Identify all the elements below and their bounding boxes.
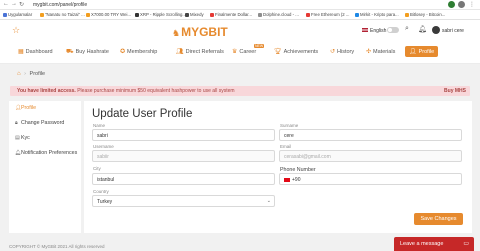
nav-item-dashboard[interactable]: ▦ Dashboard: [18, 48, 53, 55]
bookmarks-bar: Uygulamalar "Nanatu no Taizai" ... X7000…: [0, 10, 480, 20]
history-icon: ↺: [330, 49, 336, 55]
city-label: City: [93, 166, 101, 171]
nav-item-history[interactable]: ↺ History: [330, 48, 354, 55]
home-icon[interactable]: ⌂: [17, 71, 21, 77]
sidebar-item-kyc[interactable]: ▤Kyc: [15, 135, 30, 141]
user-icon: 👤︎: [409, 49, 417, 55]
bookmark[interactable]: XRP - Ripple Scrolling...: [135, 12, 186, 17]
url-text[interactable]: mygbit.com/panel/profile: [33, 2, 87, 8]
surname-label: Surname: [280, 123, 299, 128]
search-icon[interactable]: ⌕: [405, 25, 409, 33]
sidebar-item-profile[interactable]: 👤︎Profile: [15, 105, 36, 111]
career-icon: ♛: [232, 49, 238, 55]
email-field[interactable]: cerasabi@gmail.com: [279, 150, 462, 162]
sidebar-item-notification-preferences[interactable]: 🔔︎Notification Preferences: [15, 150, 77, 156]
bookmark[interactable]: Mixedy: [185, 12, 204, 17]
bookmark[interactable]: "Nanatu no Taizai" ...: [40, 12, 85, 17]
surname-field[interactable]: cere: [279, 129, 462, 141]
chat-label: Leave a message: [400, 241, 444, 247]
buy-mhs-link[interactable]: Buy MHS: [444, 88, 466, 94]
logo[interactable]: ♞MYGBIT: [172, 25, 228, 39]
bookmark[interactable]: X7000.00 TRY Wei...: [86, 12, 131, 17]
nav-item-membership[interactable]: ✪ Membership: [120, 48, 157, 55]
avatar[interactable]: [432, 26, 440, 34]
country-label: Country: [93, 189, 109, 194]
profile-icon[interactable]: [458, 1, 465, 8]
limited-access-alert: You have limited access. Please purchase…: [10, 86, 470, 96]
username-field[interactable]: sabiir: [92, 150, 275, 162]
grid-icon: ▦: [18, 49, 24, 55]
bell-icon[interactable]: 🔔︎: [418, 25, 427, 33]
save-changes-button[interactable]: Save Changes: [414, 213, 463, 225]
trophy-icon: 🏆︎: [274, 49, 282, 55]
country-select[interactable]: Turkey ⌄: [92, 195, 275, 207]
phone-field[interactable]: +90: [279, 173, 462, 185]
bookmark[interactable]: Bitlosey - Bitcoin...: [405, 12, 445, 17]
address-bar: ← → ↻ mygbit.com/panel/profile ⋮: [0, 0, 480, 10]
breadcrumb: ⌂ › Profile: [17, 71, 46, 77]
bookmark[interactable]: Dolphine.cloud - ...: [258, 12, 299, 17]
language-selector[interactable]: English: [370, 28, 386, 34]
country-value: Turkey: [97, 199, 113, 205]
chat-widget[interactable]: Leave a message ▭: [394, 237, 474, 251]
menu-icon[interactable]: ⋮: [469, 1, 475, 8]
bookmark[interactable]: Free Ethereum (2 ...: [306, 12, 349, 17]
copyright-text: COPYRIGHT © MyGBit 2021 All rights reser…: [9, 244, 105, 249]
bookmark[interactable]: Finalmente Dollar...: [210, 12, 252, 17]
bookmark[interactable]: Mirkit - Kripto para...: [355, 12, 399, 17]
new-badge: NEW: [254, 44, 265, 48]
username-label: Username: [93, 144, 114, 149]
nav-item-profile[interactable]: 👤︎ Profile: [405, 46, 439, 57]
star-icon[interactable]: ☆: [12, 25, 20, 36]
forward-icon[interactable]: →: [11, 1, 17, 7]
chevron-down-icon: ⌄: [266, 198, 271, 204]
back-icon[interactable]: ←: [3, 1, 9, 7]
extension-icon[interactable]: [448, 1, 455, 8]
chat-icon: ▭: [463, 241, 469, 247]
nav-item-career[interactable]: ♛ Career: [232, 48, 256, 55]
city-field[interactable]: istanbul: [92, 173, 275, 185]
materials-icon: ✣: [366, 49, 372, 55]
bookmark[interactable]: Uygulamalar: [3, 12, 32, 17]
badge-icon: ✪: [120, 49, 126, 55]
turkey-flag-icon[interactable]: [284, 177, 290, 182]
sidebar-item-change-password[interactable]: 🔒︎ Change Password: [15, 120, 64, 126]
us-flag-icon: [362, 28, 368, 32]
breadcrumb-current: Profile: [29, 71, 46, 77]
nav-item-direct-referrals[interactable]: 👥︎ Direct Referrals: [176, 48, 224, 55]
theme-toggle[interactable]: [387, 27, 399, 33]
phone-value: +90: [292, 177, 301, 183]
page-title: Update User Profile: [92, 108, 193, 120]
user-name[interactable]: sabri cere: [442, 28, 464, 34]
nav-item-achievements[interactable]: 🏆︎ Achievements: [274, 48, 318, 55]
users-icon: 👥︎: [176, 49, 184, 55]
nav-item-materials[interactable]: ✣ Materials: [366, 48, 395, 55]
alert-text: You have limited access. Please purchase…: [17, 88, 235, 94]
cart-icon: ⛟: [66, 49, 74, 55]
email-label: Email: [280, 144, 292, 149]
nav-item-buy-hashrate[interactable]: ⛟ Buy Hashrate: [66, 48, 109, 56]
name-field[interactable]: sabri: [92, 129, 275, 141]
reload-icon[interactable]: ↻: [19, 1, 24, 8]
name-label: Name: [93, 123, 106, 128]
